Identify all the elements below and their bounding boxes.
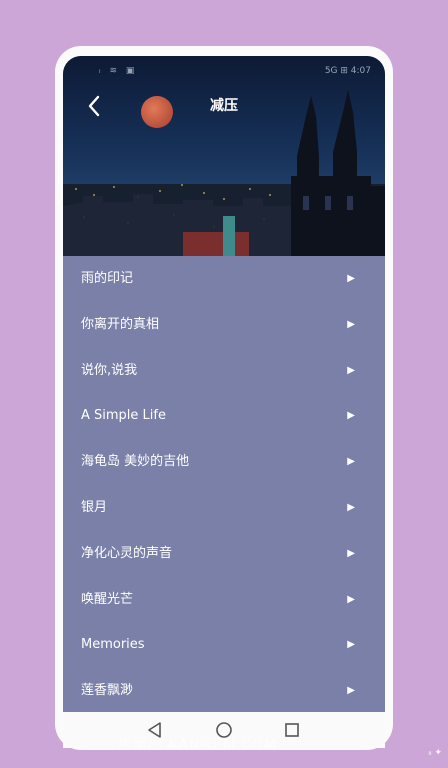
- play-arrow-icon[interactable]: ▶: [347, 302, 355, 348]
- play-arrow-icon[interactable]: ▶: [347, 622, 355, 668]
- song-title: 净化心灵的声音: [81, 545, 173, 561]
- play-arrow-icon[interactable]: ▶: [347, 393, 355, 439]
- song-title: Memories: [81, 637, 145, 653]
- status-icons-right: 5G ⊞ 4:07: [324, 66, 371, 76]
- play-arrow-icon[interactable]: ▶: [347, 668, 355, 714]
- song-item[interactable]: 银月 ▶: [63, 485, 385, 531]
- song-title: 海龟岛 美妙的吉他: [81, 454, 190, 470]
- song-item[interactable]: 莲香飘渺 ▶: [63, 668, 385, 714]
- song-list: 雨的印记 ▶ 你离开的真相 ▶ 说你,说我 ▶ A Simple Life ▶ 海龟岛 …: [63, 256, 385, 714]
- city-skyline-image: [63, 90, 385, 256]
- status-bar: ᵢ ≋ ▣ 5G ⊞ 4:07: [63, 66, 385, 82]
- corner-mark: ᵢᵢ ✦: [428, 748, 442, 758]
- song-title: 莲香飘渺: [81, 683, 134, 699]
- status-icons-left: ᵢ ≋ ▣: [99, 66, 138, 76]
- play-arrow-icon[interactable]: ▶: [347, 531, 355, 577]
- header-banner: ᵢ ≋ ▣ 5G ⊞ 4:07 减压: [63, 56, 385, 256]
- song-item[interactable]: 你离开的真相 ▶: [63, 302, 385, 348]
- song-item[interactable]: 唤醒光芒 ▶: [63, 577, 385, 623]
- song-title: 说你,说我: [81, 362, 138, 378]
- song-item[interactable]: A Simple Life ▶: [63, 393, 385, 439]
- nav-recents-button[interactable]: [282, 720, 302, 740]
- square-recents-icon: [285, 723, 299, 737]
- song-title: 你离开的真相: [81, 316, 160, 332]
- song-title: 雨的印记: [81, 271, 134, 286]
- song-item[interactable]: 净化心灵的声音 ▶: [63, 531, 385, 577]
- play-arrow-icon[interactable]: ▶: [347, 439, 355, 485]
- song-item[interactable]: 海龟岛 美妙的吉他 ▶: [63, 439, 385, 485]
- play-arrow-icon[interactable]: ▶: [347, 256, 355, 302]
- song-item[interactable]: Memories ▶: [63, 622, 385, 668]
- song-item[interactable]: 雨的印记 ▶: [63, 256, 385, 302]
- song-title: 银月: [81, 499, 108, 515]
- play-arrow-icon[interactable]: ▶: [347, 348, 355, 394]
- song-title: A Simple Life: [81, 408, 166, 424]
- play-arrow-icon[interactable]: ▶: [347, 577, 355, 623]
- song-item[interactable]: 说你,说我 ▶: [63, 348, 385, 394]
- app-screen: ᵢ ≋ ▣ 5G ⊞ 4:07 减压 雨的印记 ▶ 你离开的真相 ▶ 说你,说我 ▶ …: [63, 56, 385, 748]
- watermark-text: 康享门 KANGZM.COM: [118, 737, 278, 753]
- play-arrow-icon[interactable]: ▶: [347, 485, 355, 531]
- song-title: 唤醒光芒: [81, 591, 134, 607]
- page-title: 减压: [210, 98, 238, 114]
